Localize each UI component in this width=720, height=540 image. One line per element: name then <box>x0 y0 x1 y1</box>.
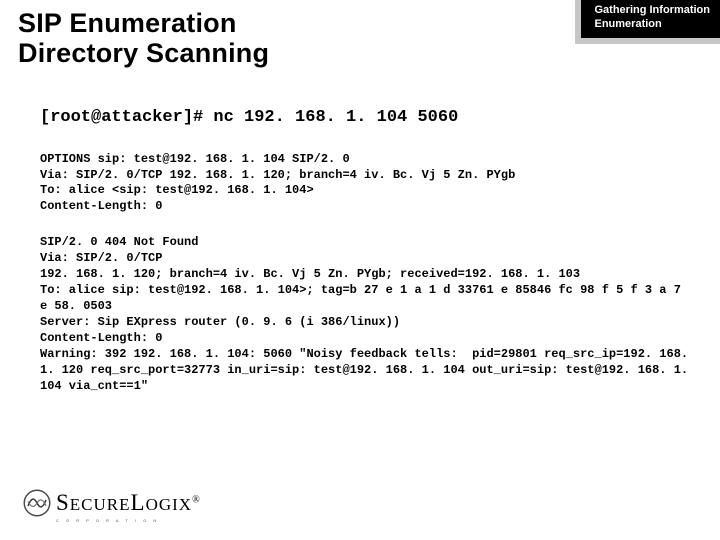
logo-text: SECURELOGIX® <box>56 490 201 516</box>
logo-subtext: C O R P O R A T I O N <box>56 518 159 523</box>
slide-title: SIP Enumeration Directory Scanning <box>18 8 269 68</box>
sip-request-block: OPTIONS sip: test@192. 168. 1. 104 SIP/2… <box>40 152 515 214</box>
logo-mark-icon <box>22 488 52 518</box>
securelogix-logo: SECURELOGIX® C O R P O R A T I O N <box>22 488 201 518</box>
command-line: [root@attacker]# nc 192. 168. 1. 104 506… <box>40 108 458 127</box>
title-line2: Directory Scanning <box>18 38 269 68</box>
header-line2: Enumeration <box>595 18 662 30</box>
sip-response-block: SIP/2. 0 404 Not Found Via: SIP/2. 0/TCP… <box>40 235 690 395</box>
header-line1: Gathering Information <box>595 4 711 16</box>
header-category-tab: Gathering Information Enumeration <box>581 0 720 38</box>
title-line1: SIP Enumeration <box>18 8 237 38</box>
